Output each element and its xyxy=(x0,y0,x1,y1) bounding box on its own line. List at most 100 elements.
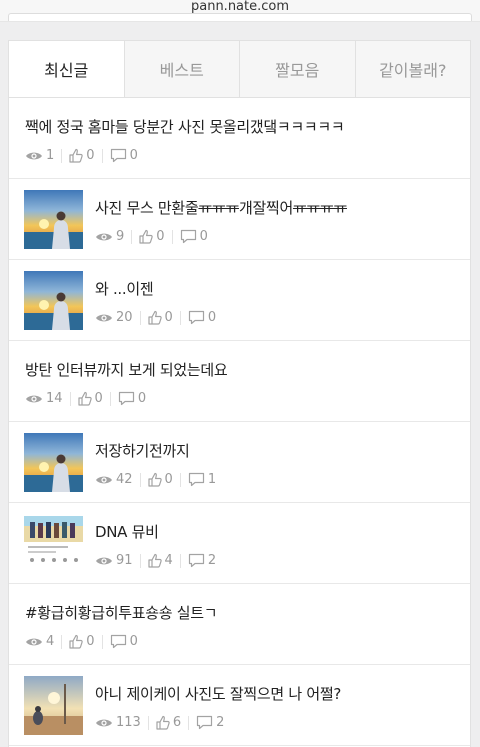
post-list-card: 최신글 베스트 짤모음 같이볼래? 짹에 정국 홈마들 당분간 사진 못올리갰댘… xyxy=(8,40,471,747)
comment-icon[interactable] xyxy=(180,229,200,244)
like-count: 0 xyxy=(94,391,103,406)
like-count: 0 xyxy=(86,634,95,649)
post-meta: 91 4 2 xyxy=(95,553,470,568)
post-title[interactable]: 저장하기전까지 xyxy=(95,440,470,461)
post-item[interactable]: 방탄 인터뷰까지 보게 되었는데요 14 0 0 xyxy=(9,341,470,422)
like-count: 0 xyxy=(156,229,165,244)
comment-count: 0 xyxy=(199,229,208,244)
post-title[interactable]: #황급히황급히투표숑숑 실트ㄱ xyxy=(25,602,470,623)
divider xyxy=(61,148,63,163)
eye-icon xyxy=(95,555,116,567)
like-count: 0 xyxy=(86,148,95,163)
tab-latest[interactable]: 최신글 xyxy=(9,41,124,97)
post-title[interactable]: 짹에 정국 홈마들 당분간 사진 못올리갰댘ㅋㅋㅋㅋㅋ xyxy=(25,116,470,137)
divider xyxy=(179,472,181,487)
tab-label: 짤모음 xyxy=(275,61,320,80)
divider xyxy=(179,310,181,325)
comment-count: 0 xyxy=(207,310,217,325)
title-part: ㅠㅠㅠㅠ xyxy=(292,199,347,217)
view-count: 1 xyxy=(46,148,55,163)
post-meta: 42 0 1 xyxy=(95,472,470,487)
like-count: 0 xyxy=(164,472,173,487)
comment-icon[interactable] xyxy=(110,148,130,163)
divider xyxy=(139,310,141,325)
tab-label: 베스트 xyxy=(159,61,204,80)
eye-icon xyxy=(25,150,46,162)
post-meta: 113 6 2 xyxy=(95,715,470,730)
post-thumbnail[interactable] xyxy=(24,190,83,249)
post-thumbnail[interactable] xyxy=(24,514,83,573)
view-count: 20 xyxy=(116,310,133,325)
comment-icon[interactable] xyxy=(188,472,208,487)
eye-icon xyxy=(95,312,116,324)
view-count: 91 xyxy=(116,553,133,568)
divider xyxy=(101,634,103,649)
comment-icon[interactable] xyxy=(188,310,208,325)
post-title[interactable]: 아니 제이케이 사진도 잘찍으면 나 어쩔? xyxy=(95,683,470,704)
thumbs-up-icon[interactable] xyxy=(139,229,156,244)
comment-count: 0 xyxy=(129,634,138,649)
comment-count: 1 xyxy=(207,472,217,487)
page-top-edge xyxy=(8,13,472,21)
divider xyxy=(101,148,103,163)
divider xyxy=(139,553,141,568)
divider xyxy=(188,715,190,730)
comment-count: 2 xyxy=(216,715,225,730)
tab-label: 최신글 xyxy=(44,61,89,80)
post-meta: 14 0 0 xyxy=(25,391,470,406)
thumbs-up-icon[interactable] xyxy=(147,553,165,568)
post-meta: 20 0 0 xyxy=(95,310,470,325)
title-part: ㅠㅠㅠ xyxy=(198,199,239,217)
view-count: 42 xyxy=(116,472,133,487)
thumbs-up-icon[interactable] xyxy=(69,634,86,649)
divider xyxy=(171,229,173,244)
like-count: 6 xyxy=(172,715,182,730)
eye-icon xyxy=(95,231,116,243)
tab-best[interactable]: 베스트 xyxy=(123,41,239,97)
post-thumbnail[interactable] xyxy=(24,676,83,735)
comment-icon[interactable] xyxy=(118,391,138,406)
post-thumbnail[interactable] xyxy=(24,271,83,330)
post-title[interactable]: DNA 뮤비 xyxy=(95,521,470,542)
post-item[interactable]: 짹에 정국 홈마들 당분간 사진 못올리갰댘ㅋㅋㅋㅋㅋ 1 0 0 xyxy=(9,98,470,179)
tab-photos[interactable]: 짤모음 xyxy=(239,41,355,97)
comment-icon[interactable] xyxy=(188,553,208,568)
eye-icon xyxy=(25,636,46,648)
tab-bar: 최신글 베스트 짤모음 같이볼래? xyxy=(9,41,470,98)
title-part: 개잘찍어 xyxy=(238,199,293,217)
tab-label: 같이볼래? xyxy=(379,61,447,80)
post-thumbnail[interactable] xyxy=(24,433,83,492)
post-item[interactable]: #황급히황급히투표숑숑 실트ㄱ 4 0 0 xyxy=(9,584,470,665)
eye-icon xyxy=(95,474,116,486)
post-meta: 4 0 0 xyxy=(25,634,470,649)
comment-icon[interactable] xyxy=(110,634,130,649)
like-count: 4 xyxy=(164,553,173,568)
divider xyxy=(179,553,181,568)
post-item[interactable]: 저장하기전까지 42 0 1 xyxy=(9,422,470,503)
post-title[interactable]: 사진 무스 만환줄ㅠㅠㅠ개잘찍어ㅠㅠㅠㅠ xyxy=(95,197,470,218)
comment-count: 0 xyxy=(129,148,138,163)
post-title[interactable]: 방탄 인터뷰까지 보게 되었는데요 xyxy=(25,359,470,380)
divider xyxy=(69,391,71,406)
post-item[interactable]: 와 ...이젠 20 0 0 xyxy=(9,260,470,341)
post-title[interactable]: 와 ...이젠 xyxy=(95,278,470,299)
eye-icon xyxy=(95,717,116,729)
like-count: 0 xyxy=(164,310,173,325)
comment-count: 2 xyxy=(207,553,217,568)
comment-icon[interactable] xyxy=(196,715,216,730)
view-count: 113 xyxy=(116,715,141,730)
thumbs-up-icon[interactable] xyxy=(69,148,86,163)
post-item[interactable]: 사진 무스 만환줄ㅠㅠㅠ개잘찍어ㅠㅠㅠㅠ 9 0 0 xyxy=(9,179,470,260)
divider xyxy=(131,229,133,244)
post-meta: 1 0 0 xyxy=(25,148,470,163)
thumbs-up-icon[interactable] xyxy=(156,715,173,730)
post-item[interactable]: 아니 제이케이 사진도 잘찍으면 나 어쩔? 113 6 2 xyxy=(9,665,470,746)
tab-watch-together[interactable]: 같이볼래? xyxy=(354,41,470,97)
divider xyxy=(109,391,111,406)
post-item[interactable]: DNA 뮤비 91 4 2 xyxy=(9,503,470,584)
browser-url-bar[interactable]: pann.nate.com xyxy=(0,0,480,22)
thumbs-up-icon[interactable] xyxy=(147,472,165,487)
thumbs-up-icon[interactable] xyxy=(147,310,165,325)
thumbs-up-icon[interactable] xyxy=(77,391,95,406)
post-meta: 9 0 0 xyxy=(95,229,470,244)
